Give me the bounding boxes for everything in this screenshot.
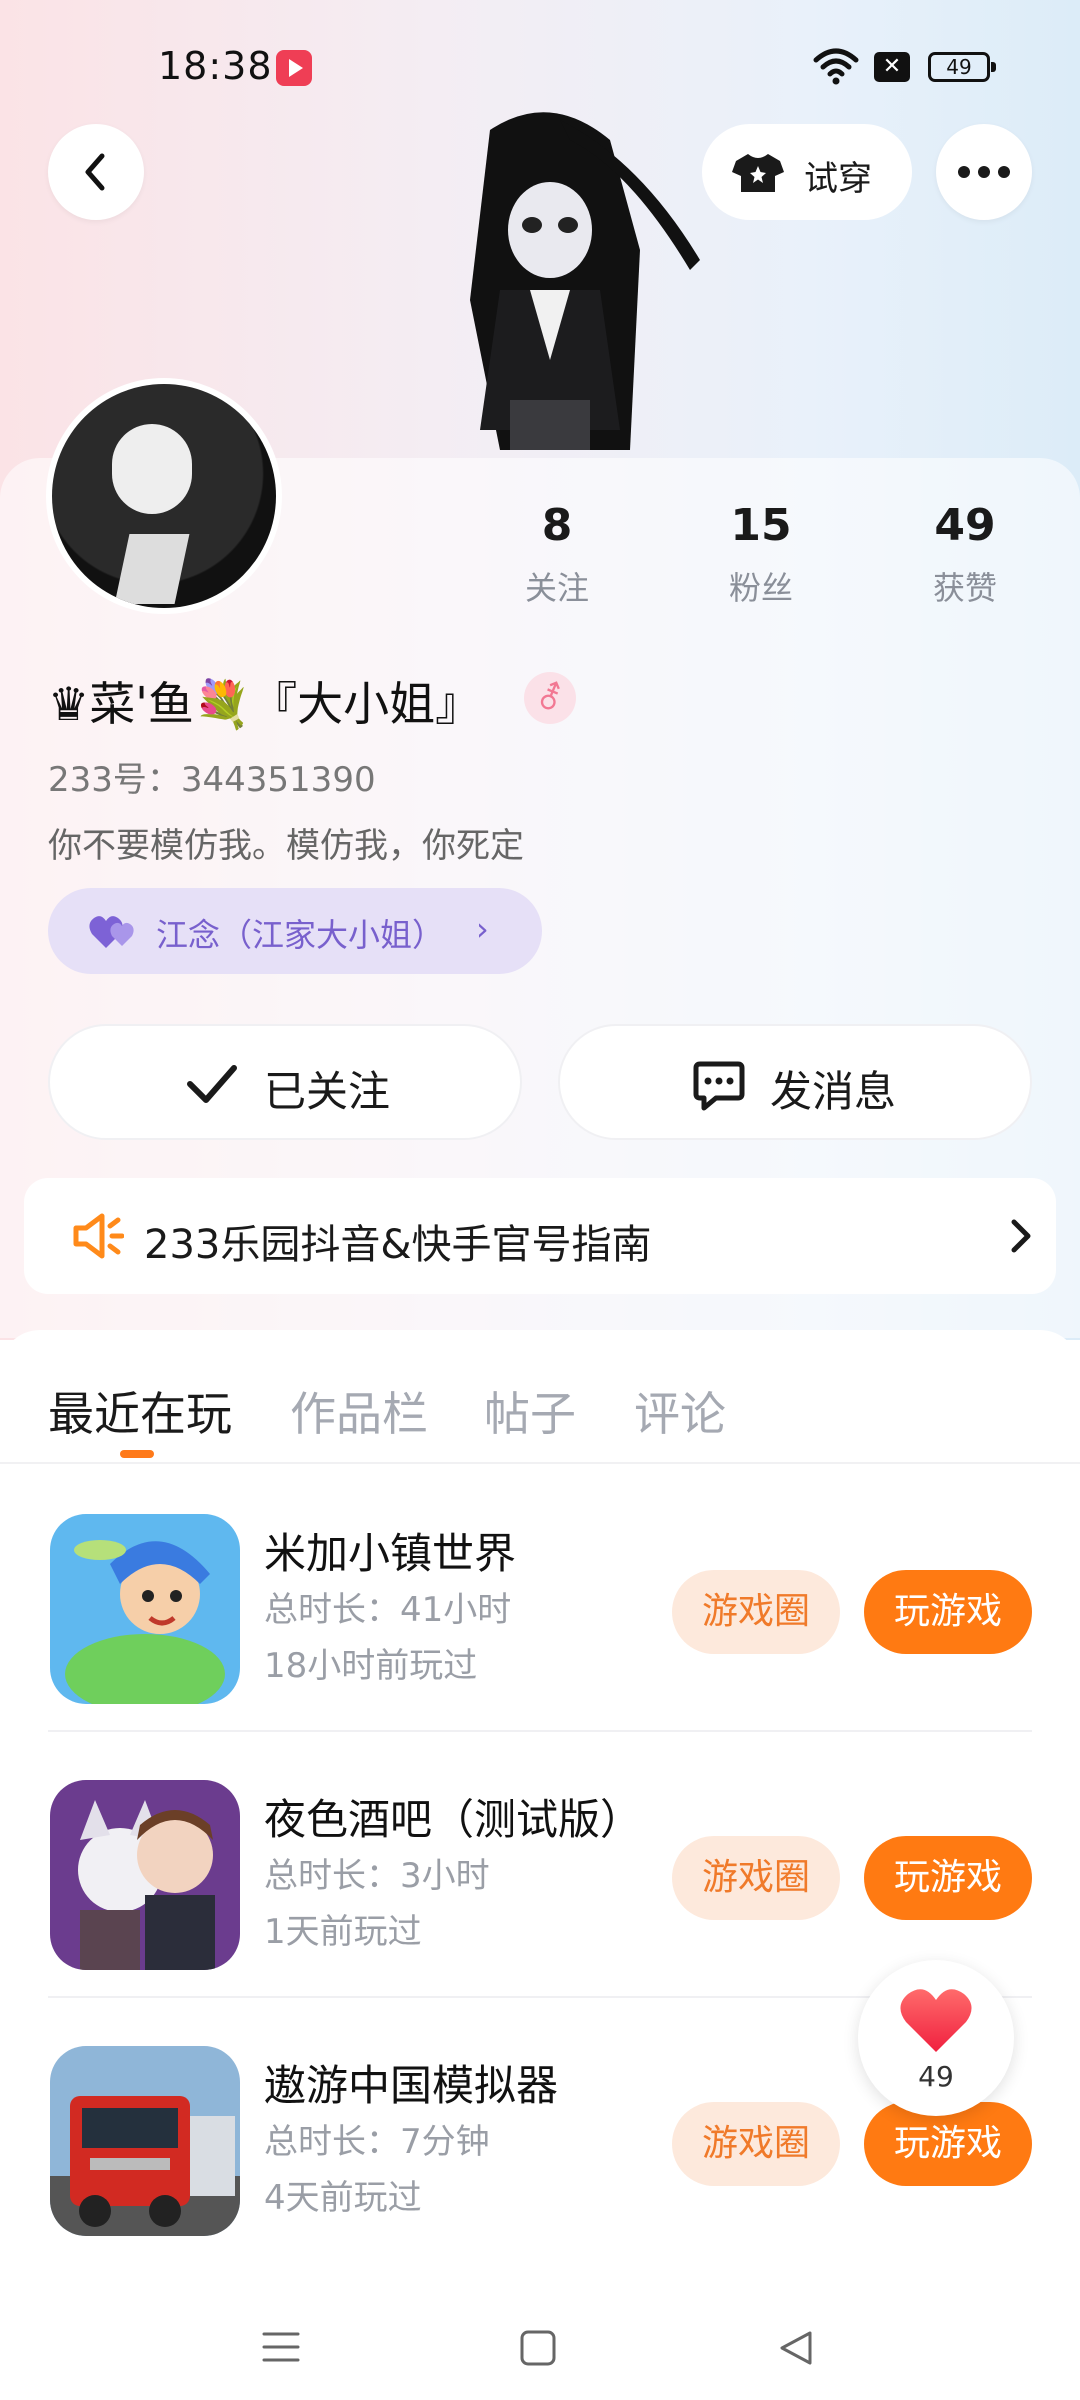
play-game-button[interactable]: 玩游戏 [864,1836,1032,1920]
cp-relation-pill[interactable]: 江念（江家大小姐） › [48,888,542,974]
user-bio: 你不要模仿我。模仿我，你死定 [48,826,524,866]
game-name: 遨游中国模拟器 [264,2061,559,2110]
chevron-right-icon: › [476,910,489,948]
battery-icon: 49 [928,52,996,82]
game-circle-button[interactable]: 游戏圈 [672,1570,840,1654]
game-duration: 总时长：7分钟 [264,2122,490,2162]
stat-following-value: 8 [541,500,573,551]
game-name: 米加小镇世界 [264,1529,517,1578]
message-button[interactable]: 发消息 [558,1024,1032,1140]
stat-fans-label: 粉丝 [728,569,793,607]
megaphone-icon [73,1213,124,1259]
tab-active-indicator [120,1450,154,1458]
check-icon [187,1065,237,1103]
list-item[interactable]: 夜色酒吧（测试版） 总时长：3小时 1天前玩过 游戏圈 玩游戏 [0,1732,1080,1998]
tshirt-icon [732,154,784,192]
menu-icon[interactable] [262,2330,300,2364]
try-on-button[interactable]: 试穿 [702,124,912,220]
avatar-image [52,384,276,608]
game-last-played: 1天前玩过 [264,1912,422,1952]
official-guide-banner[interactable]: 233乐园抖音&快手官号指南 [24,1178,1056,1294]
followed-label: 已关注 [264,1067,391,1116]
like-button[interactable]: 49 [858,1960,1014,2116]
game-icon-night-bar [50,1780,240,1970]
game-circle-button[interactable]: 游戏圈 [672,1836,840,1920]
avatar[interactable] [46,378,282,614]
stat-likes-label: 获赞 [932,569,997,607]
stat-following[interactable]: 8 关注 [482,500,632,609]
tab-works[interactable]: 作品栏 [290,1378,428,1444]
system-nav-bar [0,2290,1080,2400]
home-icon[interactable] [520,2330,556,2366]
content-section: 最近在玩 作品栏 帖子 评论 米加小镇世界 总时长：41小时 18小时前玩过 游… [0,1330,1080,2400]
tab-comments[interactable]: 评论 [634,1378,726,1444]
stat-likes-value: 49 [934,500,996,551]
back-button[interactable] [48,124,144,220]
user-id: 233号：344351390 [48,760,376,800]
stat-fans-value: 15 [730,500,792,551]
chevron-right-icon [1011,1219,1031,1253]
back-triangle-icon[interactable] [778,2330,814,2366]
game-duration: 总时长：41小时 [264,1590,512,1630]
message-label: 发消息 [770,1067,897,1116]
game-last-played: 18小时前玩过 [264,1646,478,1686]
status-time: 18:38 [158,44,273,88]
list-item[interactable]: 米加小镇世界 总时长：41小时 18小时前玩过 游戏圈 玩游戏 [0,1466,1080,1732]
chat-bubble-icon [693,1061,745,1111]
game-duration: 总时长：3小时 [264,1856,490,1896]
game-icon-miga-town [50,1514,240,1704]
tab-recently-played[interactable]: 最近在玩 [48,1378,232,1444]
double-heart-icon [89,916,134,948]
chevron-left-icon [85,153,105,191]
heart-icon [900,1989,972,2052]
avatar-character-figure [470,112,700,450]
tab-divider [0,1462,1080,1464]
wifi-icon [813,48,859,85]
play-game-button[interactable]: 玩游戏 [864,1570,1032,1654]
more-icon [958,166,1010,178]
game-circle-button[interactable]: 游戏圈 [672,2102,840,2186]
stat-fans[interactable]: 15 粉丝 [686,500,836,609]
game-last-played: 4天前玩过 [264,2178,422,2218]
game-icon-china-truck-simulator [50,2046,240,2236]
try-on-label: 试穿 [804,159,872,199]
game-name: 夜色酒吧（测试版） [264,1795,643,1844]
female-gender-icon: ⚦ [524,672,576,724]
stat-likes[interactable]: 49 获赞 [890,500,1040,609]
more-button[interactable] [936,124,1032,220]
stat-following-label: 关注 [524,569,589,607]
like-count: 49 [918,2060,954,2093]
screen-record-icon [276,50,312,86]
official-guide-text: 233乐园抖音&快手官号指南 [144,1222,652,1268]
followed-button[interactable]: 已关注 [48,1024,522,1140]
cp-relation-label: 江念（江家大小姐） [156,916,445,954]
user-name: ♛菜'鱼💐『大小姐』 [48,677,482,731]
tab-posts[interactable]: 帖子 [484,1378,576,1444]
no-sim-icon: ✕ [874,52,910,82]
